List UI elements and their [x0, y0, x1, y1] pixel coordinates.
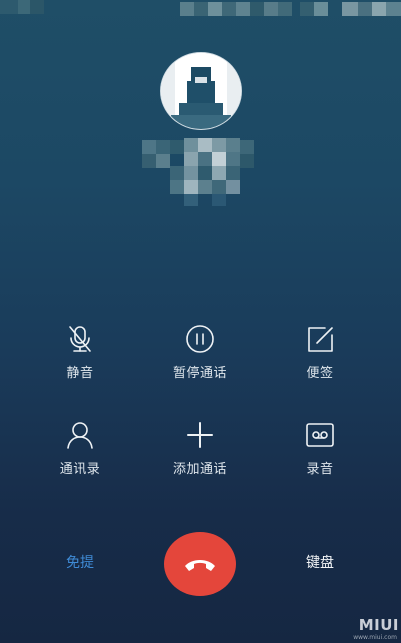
- miui-watermark-url: www.miui.com: [353, 634, 397, 641]
- status-bar-redacted: [0, 0, 401, 26]
- note-edit-icon: [305, 324, 335, 354]
- record-button[interactable]: 录音: [270, 420, 370, 480]
- plus-icon: [185, 420, 215, 450]
- contacts-button[interactable]: 通讯录: [30, 420, 130, 480]
- mute-button[interactable]: 静音: [30, 324, 130, 384]
- caller-info-redacted: [130, 134, 270, 208]
- caller-avatar: [160, 52, 242, 130]
- mute-label: 静音: [66, 366, 94, 381]
- pause-icon: [185, 324, 215, 354]
- notes-label: 便签: [306, 366, 334, 381]
- contact-person-icon: [65, 420, 95, 450]
- add-call-label: 添加通话: [172, 462, 227, 477]
- miui-watermark-logo: MIUI: [358, 616, 399, 634]
- end-call-button[interactable]: [164, 532, 236, 596]
- speakerphone-button[interactable]: 免提: [50, 552, 110, 576]
- voicemail-record-icon: [305, 420, 335, 450]
- hold-call-button[interactable]: 暂停通话: [150, 324, 250, 384]
- record-label: 录音: [306, 462, 334, 477]
- phone-hangup-icon: [185, 560, 215, 571]
- notes-button[interactable]: 便签: [270, 324, 370, 384]
- contacts-label: 通讯录: [59, 462, 101, 477]
- hold-call-label: 暂停通话: [172, 366, 227, 381]
- keypad-button[interactable]: 键盘: [290, 552, 350, 576]
- add-call-button[interactable]: 添加通话: [150, 420, 250, 480]
- mute-mic-icon: [65, 324, 95, 354]
